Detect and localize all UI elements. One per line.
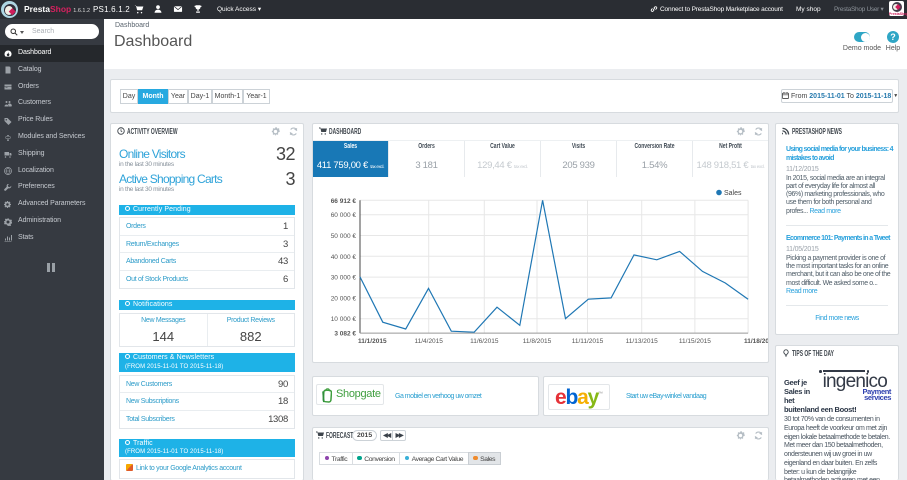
svg-text:11/11/2015: 11/11/2015	[572, 338, 604, 345]
svg-text:11/4/2015: 11/4/2015	[414, 338, 443, 345]
svg-text:11/15/2015: 11/15/2015	[679, 338, 711, 345]
svg-text:11/1/2015: 11/1/2015	[358, 338, 387, 345]
svg-text:11/13/2015: 11/13/2015	[626, 338, 658, 345]
svg-text:40 000 €: 40 000 €	[331, 254, 357, 261]
svg-text:30 000 €: 30 000 €	[331, 275, 357, 282]
svg-text:50 000 €: 50 000 €	[331, 233, 357, 240]
svg-text:11/6/2015: 11/6/2015	[470, 338, 499, 345]
svg-text:3 082 €: 3 082 €	[334, 331, 356, 338]
svg-text:20 000 €: 20 000 €	[331, 295, 357, 302]
svg-text:60 000 €: 60 000 €	[331, 212, 357, 219]
svg-text:11/8/2015: 11/8/2015	[523, 338, 552, 345]
svg-text:10 000 €: 10 000 €	[331, 316, 357, 323]
svg-text:Sales: Sales	[724, 190, 742, 197]
svg-text:66 912 €: 66 912 €	[331, 198, 357, 205]
svg-text:11/18/2015: 11/18/2015	[744, 338, 768, 345]
